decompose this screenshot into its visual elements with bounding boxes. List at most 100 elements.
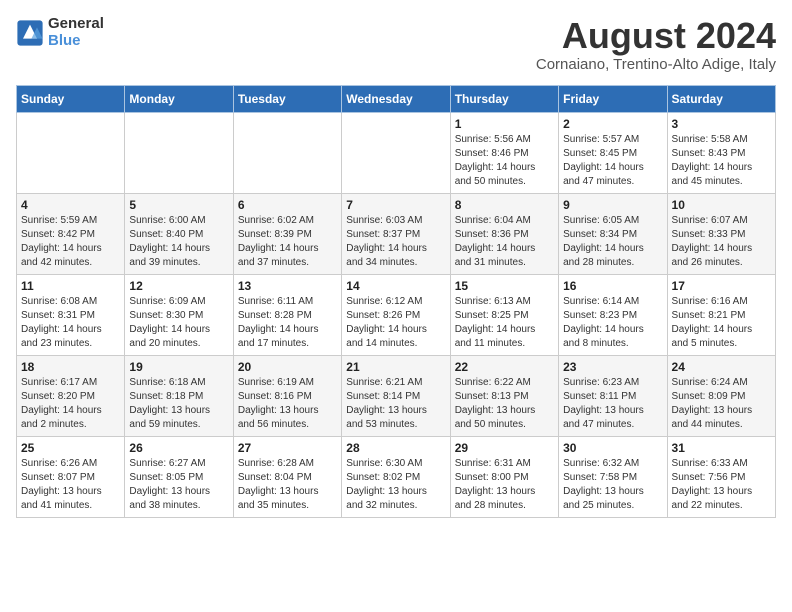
- day-info: Sunrise: 6:12 AM Sunset: 8:26 PM Dayligh…: [346, 295, 445, 351]
- day-info: Sunrise: 6:11 AM Sunset: 8:28 PM Dayligh…: [238, 295, 337, 351]
- day-info: Sunrise: 6:05 AM Sunset: 8:34 PM Dayligh…: [563, 214, 662, 270]
- calendar-table: SundayMondayTuesdayWednesdayThursdayFrid…: [16, 85, 776, 518]
- day-info: Sunrise: 6:33 AM Sunset: 7:56 PM Dayligh…: [672, 457, 771, 513]
- logo-icon: [16, 19, 44, 47]
- day-info: Sunrise: 6:23 AM Sunset: 8:11 PM Dayligh…: [563, 376, 662, 432]
- calendar-cell: 17 Sunrise: 6:16 AM Sunset: 8:21 PM Dayli…: [667, 274, 775, 355]
- day-info: Sunrise: 6:31 AM Sunset: 8:00 PM Dayligh…: [455, 457, 554, 513]
- day-number: 5: [129, 198, 228, 212]
- calendar-cell: 25Sunrise: 6:26 AM Sunset: 8:07 PM Dayli…: [17, 436, 125, 517]
- week-row-4: 25Sunrise: 6:26 AM Sunset: 8:07 PM Dayli…: [17, 436, 776, 517]
- calendar-cell: 11 Sunrise: 6:08 AM Sunset: 8:31 PM Dayli…: [17, 274, 125, 355]
- calendar-cell: 12 Sunrise: 6:09 AM Sunset: 8:30 PM Dayli…: [125, 274, 233, 355]
- day-number: 20: [238, 360, 337, 374]
- day-info: Sunrise: 6:19 AM Sunset: 8:16 PM Dayligh…: [238, 376, 337, 432]
- calendar-subtitle: Cornaiano, Trentino-Alto Adige, Italy: [536, 56, 776, 73]
- header-day-thursday: Thursday: [450, 85, 558, 112]
- day-info: Sunrise: 6:08 AM Sunset: 8:31 PM Dayligh…: [21, 295, 120, 351]
- day-info: Sunrise: 6:07 AM Sunset: 8:33 PM Dayligh…: [672, 214, 771, 270]
- day-number: 6: [238, 198, 337, 212]
- calendar-cell: [17, 112, 125, 193]
- calendar-title: August 2024: [536, 16, 776, 56]
- day-info: Sunrise: 6:28 AM Sunset: 8:04 PM Dayligh…: [238, 457, 337, 513]
- header-day-monday: Monday: [125, 85, 233, 112]
- logo-line1: General: [48, 16, 104, 33]
- week-row-3: 18 Sunrise: 6:17 AM Sunset: 8:20 PM Dayli…: [17, 355, 776, 436]
- day-number: 3: [672, 117, 771, 131]
- day-number: 14: [346, 279, 445, 293]
- calendar-cell: 28Sunrise: 6:30 AM Sunset: 8:02 PM Dayli…: [342, 436, 450, 517]
- day-number: 9: [563, 198, 662, 212]
- day-number: 30: [563, 441, 662, 455]
- header-day-saturday: Saturday: [667, 85, 775, 112]
- calendar-cell: 10 Sunrise: 6:07 AM Sunset: 8:33 PM Dayli…: [667, 193, 775, 274]
- logo: General Blue: [16, 16, 104, 49]
- calendar-cell: 21Sunrise: 6:21 AM Sunset: 8:14 PM Dayli…: [342, 355, 450, 436]
- calendar-cell: 18 Sunrise: 6:17 AM Sunset: 8:20 PM Dayli…: [17, 355, 125, 436]
- day-info: Sunrise: 6:16 AM Sunset: 8:21 PM Dayligh…: [672, 295, 771, 351]
- calendar-cell: 26 Sunrise: 6:27 AM Sunset: 8:05 PM Dayli…: [125, 436, 233, 517]
- calendar-cell: [233, 112, 341, 193]
- calendar-cell: [342, 112, 450, 193]
- day-number: 28: [346, 441, 445, 455]
- title-section: August 2024 Cornaiano, Trentino-Alto Adi…: [536, 16, 776, 73]
- day-number: 25: [21, 441, 120, 455]
- day-info: Sunrise: 6:18 AM Sunset: 8:18 PM Dayligh…: [129, 376, 228, 432]
- calendar-cell: 24Sunrise: 6:24 AM Sunset: 8:09 PM Dayli…: [667, 355, 775, 436]
- day-number: 19: [129, 360, 228, 374]
- calendar-cell: 9 Sunrise: 6:05 AM Sunset: 8:34 PM Daylig…: [559, 193, 667, 274]
- day-number: 11: [21, 279, 120, 293]
- day-info: Sunrise: 6:14 AM Sunset: 8:23 PM Dayligh…: [563, 295, 662, 351]
- day-info: Sunrise: 5:59 AM Sunset: 8:42 PM Dayligh…: [21, 214, 120, 270]
- day-number: 7: [346, 198, 445, 212]
- header: General Blue August 2024 Cornaiano, Tren…: [16, 16, 776, 73]
- day-info: Sunrise: 6:02 AM Sunset: 8:39 PM Dayligh…: [238, 214, 337, 270]
- day-number: 4: [21, 198, 120, 212]
- week-row-2: 11 Sunrise: 6:08 AM Sunset: 8:31 PM Dayli…: [17, 274, 776, 355]
- calendar-cell: 2 Sunrise: 5:57 AM Sunset: 8:45 PM Daylig…: [559, 112, 667, 193]
- day-info: Sunrise: 5:57 AM Sunset: 8:45 PM Dayligh…: [563, 133, 662, 189]
- day-number: 17: [672, 279, 771, 293]
- header-day-wednesday: Wednesday: [342, 85, 450, 112]
- day-info: Sunrise: 6:22 AM Sunset: 8:13 PM Dayligh…: [455, 376, 554, 432]
- calendar-cell: 27Sunrise: 6:28 AM Sunset: 8:04 PM Dayli…: [233, 436, 341, 517]
- calendar-cell: 30 Sunrise: 6:32 AM Sunset: 7:58 PM Dayli…: [559, 436, 667, 517]
- calendar-cell: 3 Sunrise: 5:58 AM Sunset: 8:43 PM Daylig…: [667, 112, 775, 193]
- day-number: 10: [672, 198, 771, 212]
- logo-text: General Blue: [48, 16, 104, 49]
- day-number: 31: [672, 441, 771, 455]
- calendar-cell: 1Sunrise: 5:56 AM Sunset: 8:46 PM Daylig…: [450, 112, 558, 193]
- day-number: 2: [563, 117, 662, 131]
- calendar-cell: 8Sunrise: 6:04 AM Sunset: 8:36 PM Daylig…: [450, 193, 558, 274]
- calendar-cell: 16 Sunrise: 6:14 AM Sunset: 8:23 PM Dayli…: [559, 274, 667, 355]
- header-day-sunday: Sunday: [17, 85, 125, 112]
- day-number: 13: [238, 279, 337, 293]
- calendar-cell: 22Sunrise: 6:22 AM Sunset: 8:13 PM Dayli…: [450, 355, 558, 436]
- calendar-cell: 6 Sunrise: 6:02 AM Sunset: 8:39 PM Daylig…: [233, 193, 341, 274]
- logo-line2: Blue: [48, 32, 81, 49]
- calendar-cell: 19 Sunrise: 6:18 AM Sunset: 8:18 PM Dayli…: [125, 355, 233, 436]
- calendar-cell: 5Sunrise: 6:00 AM Sunset: 8:40 PM Daylig…: [125, 193, 233, 274]
- calendar-header: SundayMondayTuesdayWednesdayThursdayFrid…: [17, 85, 776, 112]
- day-info: Sunrise: 5:58 AM Sunset: 8:43 PM Dayligh…: [672, 133, 771, 189]
- calendar-cell: [125, 112, 233, 193]
- day-number: 8: [455, 198, 554, 212]
- day-number: 29: [455, 441, 554, 455]
- calendar-cell: 13 Sunrise: 6:11 AM Sunset: 8:28 PM Dayli…: [233, 274, 341, 355]
- day-info: Sunrise: 6:03 AM Sunset: 8:37 PM Dayligh…: [346, 214, 445, 270]
- day-number: 12: [129, 279, 228, 293]
- week-row-0: 1Sunrise: 5:56 AM Sunset: 8:46 PM Daylig…: [17, 112, 776, 193]
- day-info: Sunrise: 6:27 AM Sunset: 8:05 PM Dayligh…: [129, 457, 228, 513]
- day-info: Sunrise: 6:09 AM Sunset: 8:30 PM Dayligh…: [129, 295, 228, 351]
- day-number: 18: [21, 360, 120, 374]
- day-number: 26: [129, 441, 228, 455]
- header-row: SundayMondayTuesdayWednesdayThursdayFrid…: [17, 85, 776, 112]
- day-info: Sunrise: 6:32 AM Sunset: 7:58 PM Dayligh…: [563, 457, 662, 513]
- day-number: 16: [563, 279, 662, 293]
- calendar-cell: 7 Sunrise: 6:03 AM Sunset: 8:37 PM Daylig…: [342, 193, 450, 274]
- day-info: Sunrise: 6:24 AM Sunset: 8:09 PM Dayligh…: [672, 376, 771, 432]
- calendar-cell: 14 Sunrise: 6:12 AM Sunset: 8:26 PM Dayli…: [342, 274, 450, 355]
- day-number: 15: [455, 279, 554, 293]
- calendar-cell: 23Sunrise: 6:23 AM Sunset: 8:11 PM Dayli…: [559, 355, 667, 436]
- day-info: Sunrise: 6:17 AM Sunset: 8:20 PM Dayligh…: [21, 376, 120, 432]
